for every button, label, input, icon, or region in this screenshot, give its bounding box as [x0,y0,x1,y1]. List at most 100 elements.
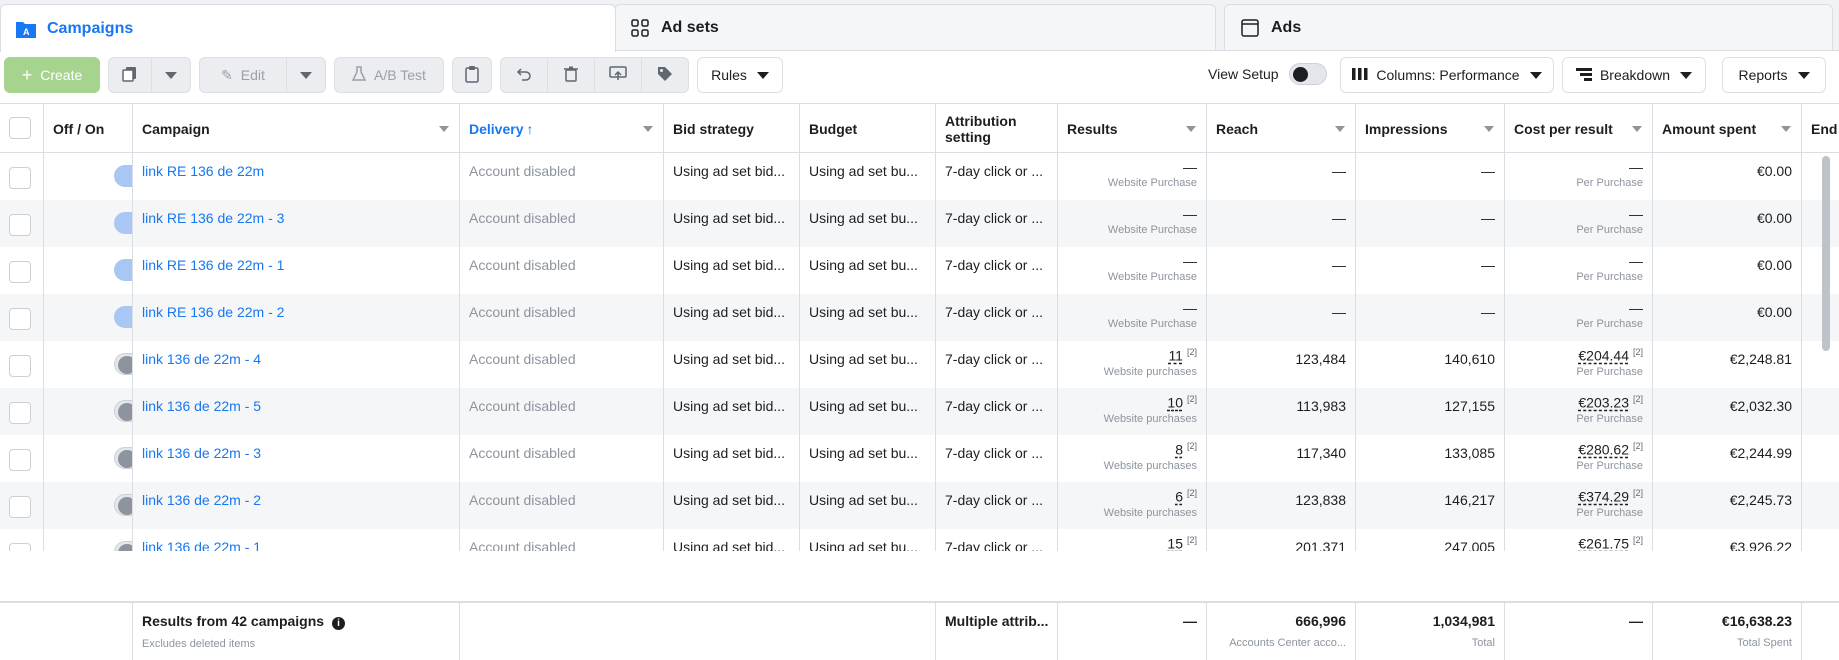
results-cell: 6 [2] Website purchases [1058,482,1207,529]
select-cell [0,529,44,551]
results-value[interactable]: 11 [1168,348,1183,364]
cost-per-result-value: — [1629,253,1643,269]
view-setup-switch[interactable] [1288,63,1327,85]
vertical-scrollbar[interactable] [1822,156,1830,351]
ab-test-button[interactable]: A/B Test [334,57,444,93]
rules-dropdown[interactable]: Rules [697,57,783,93]
clipboard-button[interactable] [452,57,492,93]
delete-button[interactable] [547,57,595,93]
campaigns-panel: + Create ✎ Edit A/B Test Rules View Setu… [0,50,1839,660]
row-checkbox[interactable] [9,543,31,551]
campaign-toggle[interactable] [114,306,132,328]
results-value[interactable]: 8 [1175,442,1183,458]
reach-cell: 123,838 [1207,482,1356,529]
campaign-name-link[interactable]: link 136 de 22m - 2 [142,492,261,508]
undo-button[interactable] [500,57,548,93]
row-checkbox[interactable] [9,261,31,283]
row-checkbox[interactable] [9,308,31,330]
cost-per-result-value[interactable]: €261.75 [1578,536,1629,551]
row-checkbox[interactable] [9,449,31,471]
amount-spent-value: €0.00 [1756,163,1792,179]
campaign-toggle[interactable] [114,212,132,234]
campaign-name-link[interactable]: link 136 de 22m - 4 [142,351,261,367]
header-delivery[interactable]: Delivery ↑ [460,104,664,154]
amount-spent-value: €2,248.81 [1729,351,1792,367]
cost-per-result-value[interactable]: €374.29 [1578,489,1629,505]
budget-cell: Using ad set bu... [800,247,936,294]
header-off-on[interactable]: Off / On [44,104,133,154]
budget-value: Using ad set bu... [809,351,918,367]
row-checkbox[interactable] [9,167,31,189]
campaign-toggle[interactable] [114,541,132,551]
sort-chevron-icon[interactable] [1632,126,1642,132]
select-all-checkbox[interactable] [9,117,31,139]
select-cell [0,153,44,200]
header-cost-per-result[interactable]: Cost per result [1505,104,1653,154]
table-row: link 136 de 22m - 2 Account disabled Using… [0,482,1839,529]
bid-strategy-cell: Using ad set bid... [664,153,800,200]
header-amount-spent[interactable]: Amount spent [1653,104,1802,154]
attribution-cell: 7-day click or ... [936,435,1058,482]
campaign-toggle[interactable] [114,400,132,422]
cost-type: Per Purchase [1576,177,1643,189]
campaign-toggle[interactable] [114,353,132,375]
row-checkbox[interactable] [9,496,31,518]
tab-ads[interactable]: Ads [1224,4,1833,50]
sort-chevron-icon[interactable] [1781,126,1791,132]
campaign-folder-icon: A [15,18,37,40]
duplicate-menu-button[interactable] [151,57,191,93]
header-budget[interactable]: Budget [800,104,936,154]
row-checkbox[interactable] [9,355,31,377]
header-impressions[interactable]: Impressions [1356,104,1505,154]
header-results[interactable]: Results [1058,104,1207,154]
campaign-name-link[interactable]: link 136 de 22m - 5 [142,398,261,414]
tab-campaigns[interactable]: A Campaigns [0,4,616,52]
sort-chevron-icon[interactable] [439,126,449,132]
campaign-toggle[interactable] [114,494,132,516]
sort-chevron-icon[interactable] [1335,126,1345,132]
sort-chevron-icon[interactable] [1186,126,1196,132]
campaign-toggle[interactable] [114,165,132,187]
sort-chevron-icon[interactable] [643,126,653,132]
campaign-toggle[interactable] [114,447,132,469]
reports-dropdown[interactable]: Reports [1722,57,1826,93]
breakdown-dropdown[interactable]: Breakdown [1562,57,1706,93]
duplicate-button[interactable] [108,57,152,93]
results-value[interactable]: 6 [1175,489,1183,505]
campaign-name-link[interactable]: link RE 136 de 22m [142,163,264,179]
results-value[interactable]: 10 [1167,395,1183,411]
results-value[interactable]: 15 [1167,536,1183,551]
header-reach[interactable]: Reach [1207,104,1356,154]
campaign-name-link[interactable]: link 136 de 22m - 1 [142,539,261,551]
header-bid-strategy[interactable]: Bid strategy [664,104,800,154]
campaign-name-link[interactable]: link RE 136 de 22m - 2 [142,304,284,320]
create-button[interactable]: + Create [4,57,100,93]
amount-spent-cell: €2,032.30 [1653,388,1802,435]
cost-line: — [1514,300,1643,316]
header-attribution[interactable]: Attribution setting [936,104,1058,154]
level-tabs: A Campaigns Ad sets Ads [0,0,1839,52]
row-checkbox[interactable] [9,214,31,236]
cost-per-result-value[interactable]: €204.44 [1578,348,1629,364]
table-header: Off / On Campaign Delivery ↑ Bid strategy… [0,103,1839,154]
campaign-toggle[interactable] [114,259,132,281]
amount-spent-value: €2,244.99 [1729,445,1792,461]
edit-menu-button[interactable] [286,57,326,93]
sort-chevron-icon[interactable] [1484,126,1494,132]
header-campaign[interactable]: Campaign [133,104,460,154]
row-checkbox[interactable] [9,402,31,424]
attribution-cell: 7-day click or ... [936,200,1058,247]
edit-button[interactable]: ✎ Edit [199,57,287,93]
export-button[interactable] [594,57,642,93]
columns-dropdown[interactable]: Columns: Performance [1340,57,1554,93]
cost-per-result-value[interactable]: €280.62 [1578,442,1629,458]
info-icon[interactable]: i [331,617,345,630]
cost-per-result-value[interactable]: €203.23 [1578,395,1629,411]
header-ends[interactable]: End [1802,104,1839,154]
amount-spent-value: €0.00 [1756,304,1792,320]
tag-button[interactable] [641,57,689,93]
campaign-name-link[interactable]: link RE 136 de 22m - 3 [142,210,284,226]
campaign-name-link[interactable]: link 136 de 22m - 3 [142,445,261,461]
tab-ad-sets[interactable]: Ad sets [614,4,1216,50]
campaign-name-link[interactable]: link RE 136 de 22m - 1 [142,257,284,273]
